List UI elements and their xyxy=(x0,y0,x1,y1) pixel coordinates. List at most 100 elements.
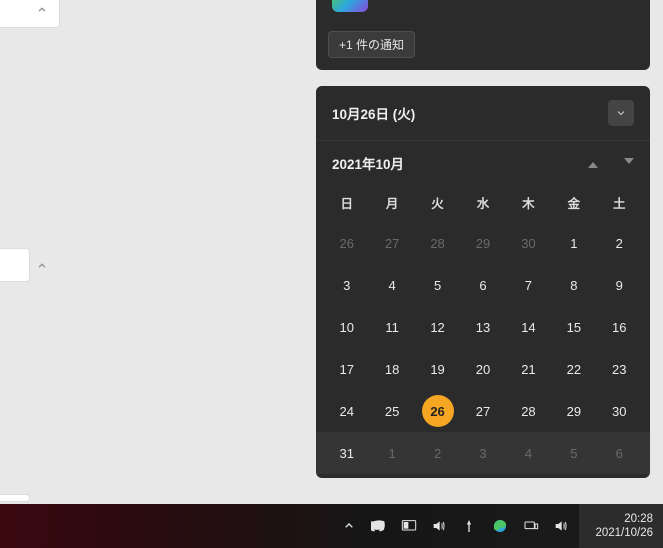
calendar-day[interactable]: 14 xyxy=(506,306,551,348)
calendar-day[interactable]: 21 xyxy=(506,348,551,390)
prev-month-button[interactable] xyxy=(588,158,598,168)
week-row: 24 25 26 27 28 29 30 xyxy=(316,390,650,432)
calendar-day[interactable]: 2 xyxy=(415,432,460,474)
system-tray xyxy=(331,517,579,535)
calendar-day[interactable]: 27 xyxy=(369,222,414,264)
calendar-day[interactable]: 3 xyxy=(324,264,369,306)
calendar-day[interactable]: 24 xyxy=(324,390,369,432)
day-number: 20 xyxy=(476,362,490,377)
calendar-day[interactable]: 12 xyxy=(415,306,460,348)
calendar-day[interactable]: 31 xyxy=(324,432,369,474)
day-number: 3 xyxy=(343,278,350,293)
calendar-day[interactable]: 30 xyxy=(597,390,642,432)
calendar-day[interactable]: 5 xyxy=(415,264,460,306)
input-indicator-icon[interactable] xyxy=(461,518,477,534)
collapse-button[interactable] xyxy=(608,100,634,126)
calendar-day[interactable]: 5 xyxy=(551,432,596,474)
calendar-day[interactable]: 30 xyxy=(506,222,551,264)
week-row: 10 11 121314 15 16 xyxy=(316,306,650,348)
discord-icon[interactable] xyxy=(371,518,387,534)
calendar-day-today[interactable]: 26 xyxy=(415,390,460,432)
chevron-up-icon[interactable] xyxy=(30,254,54,278)
dow-cell: 水 xyxy=(460,179,505,222)
day-number: 4 xyxy=(389,278,396,293)
calendar-day[interactable]: 6 xyxy=(597,432,642,474)
ime-icon[interactable] xyxy=(401,518,417,534)
day-number: 4 xyxy=(525,446,532,461)
day-number: 16 xyxy=(612,320,626,335)
week-row: 3 4 5 6 7 8 9 xyxy=(316,264,650,306)
calendar-day[interactable]: 29 xyxy=(460,222,505,264)
calendar-day[interactable]: 17 xyxy=(324,348,369,390)
calendar-header: 10月26日 (火) xyxy=(316,86,650,141)
calendar-day[interactable]: 13 xyxy=(460,306,505,348)
calendar-day[interactable]: 8 xyxy=(551,264,596,306)
calendar-day[interactable]: 18 xyxy=(369,348,414,390)
calendar-day[interactable]: 28 xyxy=(415,222,460,264)
day-number: 26 xyxy=(430,404,444,419)
calendar-day[interactable]: 4 xyxy=(506,432,551,474)
calendar-day[interactable]: 15 xyxy=(551,306,596,348)
calendar-day[interactable]: 16 xyxy=(597,306,642,348)
day-number: 11 xyxy=(385,320,399,335)
day-number: 19 xyxy=(430,362,444,377)
calendar-day[interactable]: 29 xyxy=(551,390,596,432)
next-month-button[interactable] xyxy=(624,158,634,168)
calendar-day[interactable]: 10 xyxy=(324,306,369,348)
day-number: 2 xyxy=(434,446,441,461)
dow-cell: 木 xyxy=(506,179,551,222)
day-number: 21 xyxy=(521,362,535,377)
network-icon[interactable] xyxy=(523,518,539,534)
day-number: 8 xyxy=(570,278,577,293)
day-number: 18 xyxy=(385,362,399,377)
chevron-up-icon[interactable] xyxy=(30,0,54,22)
calendar-day[interactable]: 1 xyxy=(369,432,414,474)
chevron-down-icon xyxy=(615,107,627,119)
calendar-day[interactable]: 4 xyxy=(369,264,414,306)
calendar-day[interactable]: 19 xyxy=(415,348,460,390)
calendar-day[interactable]: 27 xyxy=(460,390,505,432)
volume-icon-2[interactable] xyxy=(553,518,569,534)
calendar-body: 日月火水木金土 26272829301234567891011121314151… xyxy=(316,179,650,478)
tray-overflow-button[interactable] xyxy=(341,518,357,534)
clock-date: 2021/10/26 xyxy=(595,526,653,540)
calendar-day[interactable]: 20 xyxy=(460,348,505,390)
day-number: 27 xyxy=(476,404,490,419)
day-number: 15 xyxy=(567,320,581,335)
dow-cell: 火 xyxy=(415,179,460,222)
calendar-day[interactable]: 22 xyxy=(551,348,596,390)
volume-icon[interactable] xyxy=(431,518,447,534)
calendar-day[interactable]: 7 xyxy=(506,264,551,306)
day-number: 29 xyxy=(476,236,490,251)
day-number: 28 xyxy=(430,236,444,251)
more-notifications-button[interactable]: +1 件の通知 xyxy=(328,31,415,58)
calendar-day[interactable]: 2 xyxy=(597,222,642,264)
month-row: 2021年10月 xyxy=(316,141,650,179)
calendar-day[interactable]: 1 xyxy=(551,222,596,264)
calendar-day[interactable]: 25 xyxy=(369,390,414,432)
calendar-day[interactable]: 11 xyxy=(369,306,414,348)
day-number: 26 xyxy=(339,236,353,251)
calendar-day[interactable]: 28 xyxy=(506,390,551,432)
day-number: 5 xyxy=(570,446,577,461)
edge-icon[interactable] xyxy=(491,517,509,535)
calendar-day[interactable]: 23 xyxy=(597,348,642,390)
calendar-day[interactable]: 26 xyxy=(324,222,369,264)
month-nav xyxy=(588,158,634,168)
day-number: 30 xyxy=(612,404,626,419)
taskbar-clock[interactable]: 20:28 2021/10/26 xyxy=(579,504,663,548)
day-number: 30 xyxy=(521,236,535,251)
calendar-day[interactable]: 3 xyxy=(460,432,505,474)
day-number: 28 xyxy=(521,404,535,419)
month-label[interactable]: 2021年10月 xyxy=(332,153,404,173)
day-number: 25 xyxy=(385,404,399,419)
day-number: 1 xyxy=(389,446,396,461)
day-number: 6 xyxy=(616,446,623,461)
calendar-day[interactable]: 6 xyxy=(460,264,505,306)
day-number: 7 xyxy=(525,278,532,293)
taskbar: 20:28 2021/10/26 xyxy=(0,504,663,548)
day-number: 29 xyxy=(567,404,581,419)
app-icon xyxy=(332,0,368,12)
calendar-day[interactable]: 9 xyxy=(597,264,642,306)
day-number: 5 xyxy=(434,278,441,293)
